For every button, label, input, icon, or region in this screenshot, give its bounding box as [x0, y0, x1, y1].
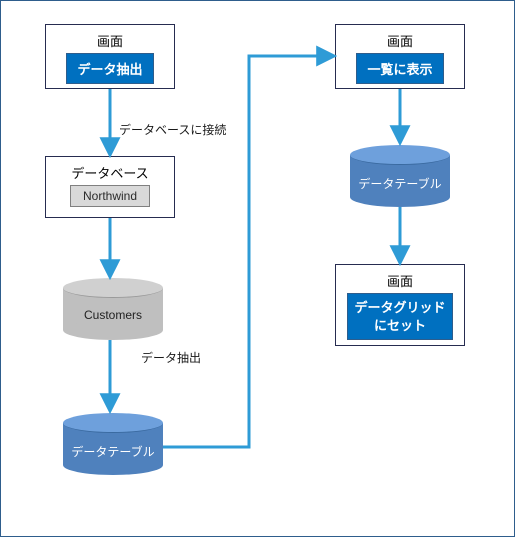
box3-title: 画面 — [336, 25, 464, 53]
screen-box-grid: 画面 データグリッドにセット — [335, 264, 465, 346]
box2-title: データベース — [46, 157, 174, 185]
cylinder-customers: Customers — [63, 278, 163, 340]
cylinder-datatable-right: データテーブル — [350, 145, 450, 207]
label-db-connect: データベースに接続 — [119, 121, 226, 138]
box4-title: 画面 — [336, 265, 464, 293]
extract-button[interactable]: データ抽出 — [66, 53, 153, 84]
box1-title: 画面 — [46, 25, 174, 53]
cylinder-datatable-left: データテーブル — [63, 413, 163, 475]
list-display-button[interactable]: 一覧に表示 — [356, 53, 443, 84]
datagrid-set-button[interactable]: データグリッドにセット — [347, 293, 452, 340]
northwind-chip: Northwind — [70, 185, 150, 207]
screen-box-extract: 画面 データ抽出 — [45, 24, 175, 89]
screen-box-list: 画面 一覧に表示 — [335, 24, 465, 89]
database-box: データベース Northwind — [45, 156, 175, 218]
label-extract: データ抽出 — [141, 349, 201, 366]
arrow-datatable-to-box3 — [163, 56, 333, 447]
